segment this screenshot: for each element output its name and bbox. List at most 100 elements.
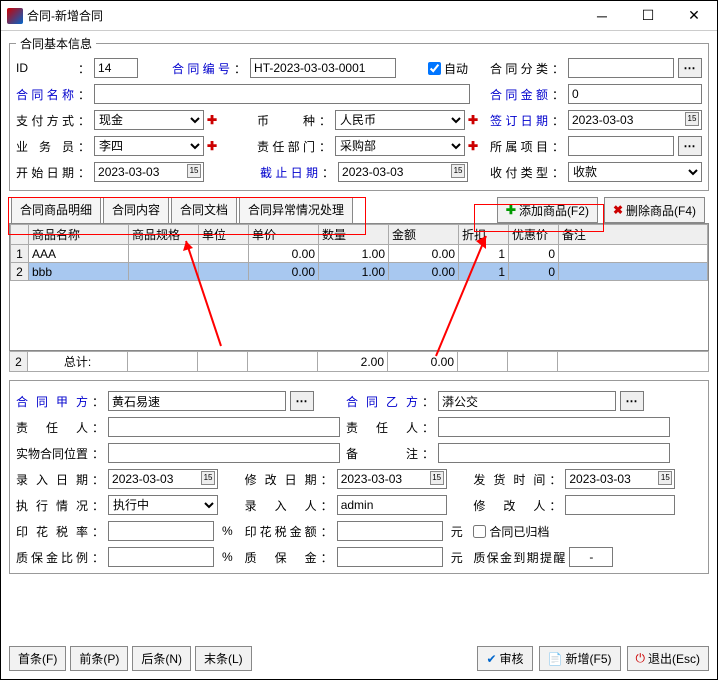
archived-label: 合同已归档 (489, 523, 549, 540)
exit-button[interactable]: ⏻退出(Esc) (627, 646, 710, 671)
plus-icon[interactable]: ✚ (205, 139, 219, 153)
party-a-input[interactable] (108, 391, 286, 411)
phys-loc-label: 实物合同位置 (16, 445, 88, 462)
last-button[interactable]: 末条(L) (195, 646, 252, 671)
entered-by-input[interactable] (337, 495, 447, 515)
table-row[interactable]: 1AAA 0.001.00 0.001 0 (11, 245, 708, 263)
calendar-icon[interactable]: 15 (201, 471, 215, 485)
dept-select[interactable]: 采购部 (335, 136, 465, 156)
party-b-lookup[interactable]: ⋯ (620, 391, 644, 411)
retention-rate-input[interactable] (108, 547, 214, 567)
contract-name-input[interactable] (94, 84, 470, 104)
sign-date-input[interactable] (568, 110, 702, 130)
exit-icon: ⏻ (636, 651, 646, 666)
goods-grid[interactable]: 商品名称商品规格 单位单价 数量金额 折扣优惠价 备注 1AAA 0.001.0… (9, 223, 709, 351)
id-input[interactable] (94, 58, 138, 78)
start-date-label: 开始日期 (16, 164, 74, 181)
basic-info-group: 合同基本信息 ID： 合同编号： 自动 合同分类： ⋯ 合同名称： 合同金额： … (9, 35, 709, 191)
party-a-lookup[interactable]: ⋯ (290, 391, 314, 411)
tab-goods[interactable]: 合同商品明细 (11, 197, 101, 223)
project-label: 所属项目 (490, 138, 548, 155)
add-goods-button[interactable]: ✚添加商品(F2) (497, 197, 598, 223)
retention-rate-label: 质保金比例 (16, 549, 88, 566)
pay-method-label: 支付方式 (16, 112, 74, 129)
resp-a-label: 责 任 人 (16, 419, 88, 436)
resp-b-label: 责 任 人 (346, 419, 418, 436)
contract-no-input[interactable] (250, 58, 396, 78)
amount-label: 合同金额 (490, 86, 548, 103)
plus-icon[interactable]: ✚ (466, 113, 480, 127)
party-b-input[interactable] (438, 391, 616, 411)
tab-content[interactable]: 合同内容 (103, 197, 169, 223)
resp-b-input[interactable] (438, 417, 670, 437)
retention-amount-input[interactable] (337, 547, 443, 567)
currency-select[interactable]: 人民币 (335, 110, 465, 130)
calendar-icon[interactable]: 15 (430, 471, 444, 485)
basic-info-legend: 合同基本信息 (16, 35, 96, 52)
end-date-label: 截止日期 (260, 164, 318, 181)
amount-input[interactable] (568, 84, 702, 104)
next-button[interactable]: 后条(N) (132, 646, 191, 671)
calendar-icon[interactable]: 15 (658, 471, 672, 485)
bottom-info: 合同甲方： ⋯ 合同乙方： ⋯ 责 任 人： 责 任 人： 实物合同位置： 备 … (9, 380, 709, 574)
paytype-select[interactable]: 收款 (568, 162, 702, 182)
retention-amount-label: 质 保 金 (245, 549, 317, 566)
resp-a-input[interactable] (108, 417, 340, 437)
modified-by-label: 修 改 人 (473, 497, 545, 514)
first-button[interactable]: 首条(F) (9, 646, 66, 671)
sign-date-label: 签订日期 (490, 112, 548, 129)
plus-icon[interactable]: ✚ (205, 113, 219, 127)
calendar-icon[interactable]: 15 (451, 164, 465, 178)
project-lookup-button[interactable]: ⋯ (678, 136, 702, 156)
app-icon (7, 8, 23, 24)
mod-date-label: 修改日期 (245, 471, 317, 488)
dept-label: 责任部门 (257, 138, 315, 155)
category-lookup-button[interactable]: ⋯ (678, 58, 702, 78)
remark-input[interactable] (438, 443, 670, 463)
end-date-input[interactable] (338, 162, 468, 182)
paytype-label: 收付类型 (490, 164, 548, 181)
x-icon: ✖ (613, 203, 623, 217)
check-icon: ✔ (486, 652, 496, 666)
pay-method-select[interactable]: 现金 (94, 110, 204, 130)
id-label: ID (16, 61, 74, 75)
new-button[interactable]: 📄新增(F5) (539, 646, 621, 671)
audit-button[interactable]: ✔审核 (477, 646, 532, 671)
table-row[interactable]: 2bbb 0.001.00 0.001 0 (11, 263, 708, 281)
currency-label: 币 种 (257, 112, 315, 129)
titlebar: 合同-新增合同 ─ ☐ ✕ (1, 1, 717, 31)
salesman-label: 业 务 员 (16, 138, 74, 155)
grid-header: 商品名称商品规格 单位单价 数量金额 折扣优惠价 备注 (11, 225, 708, 245)
stamp-rate-label: 印花税率 (16, 523, 88, 540)
del-goods-button[interactable]: ✖删除商品(F4) (604, 197, 705, 223)
plus-icon[interactable]: ✚ (466, 139, 480, 153)
calendar-icon[interactable]: 15 (685, 112, 699, 126)
stamp-amount-input[interactable] (337, 521, 443, 541)
stamp-rate-input[interactable] (108, 521, 214, 541)
tab-exception[interactable]: 合同异常情况处理 (239, 197, 353, 223)
prev-button[interactable]: 前条(P) (70, 646, 128, 671)
file-icon: 📄 (548, 652, 563, 666)
entered-by-label: 录 入 人 (245, 497, 317, 514)
minimize-button[interactable]: ─ (579, 1, 625, 31)
tab-docs[interactable]: 合同文档 (171, 197, 237, 223)
auto-checkbox[interactable] (428, 62, 441, 75)
stamp-amount-label: 印花税金额 (245, 523, 317, 540)
archived-checkbox[interactable] (473, 525, 486, 538)
window-title: 合同-新增合同 (27, 7, 103, 24)
category-label: 合同分类 (490, 60, 548, 77)
modified-by-input[interactable] (565, 495, 675, 515)
entry-date-label: 录入日期 (16, 471, 88, 488)
category-input[interactable] (568, 58, 674, 78)
exec-status-label: 执行情况 (16, 497, 88, 514)
phys-loc-input[interactable] (108, 443, 340, 463)
project-input[interactable] (568, 136, 674, 156)
calendar-icon[interactable]: 15 (187, 164, 201, 178)
salesman-select[interactable]: 李四 (94, 136, 204, 156)
maximize-button[interactable]: ☐ (625, 1, 671, 31)
close-button[interactable]: ✕ (671, 1, 717, 31)
party-b-label: 合同乙方 (346, 393, 418, 410)
remark-label: 备 注 (346, 445, 418, 462)
retention-remind-input[interactable] (569, 547, 613, 567)
exec-status-select[interactable]: 执行中 (108, 495, 218, 515)
